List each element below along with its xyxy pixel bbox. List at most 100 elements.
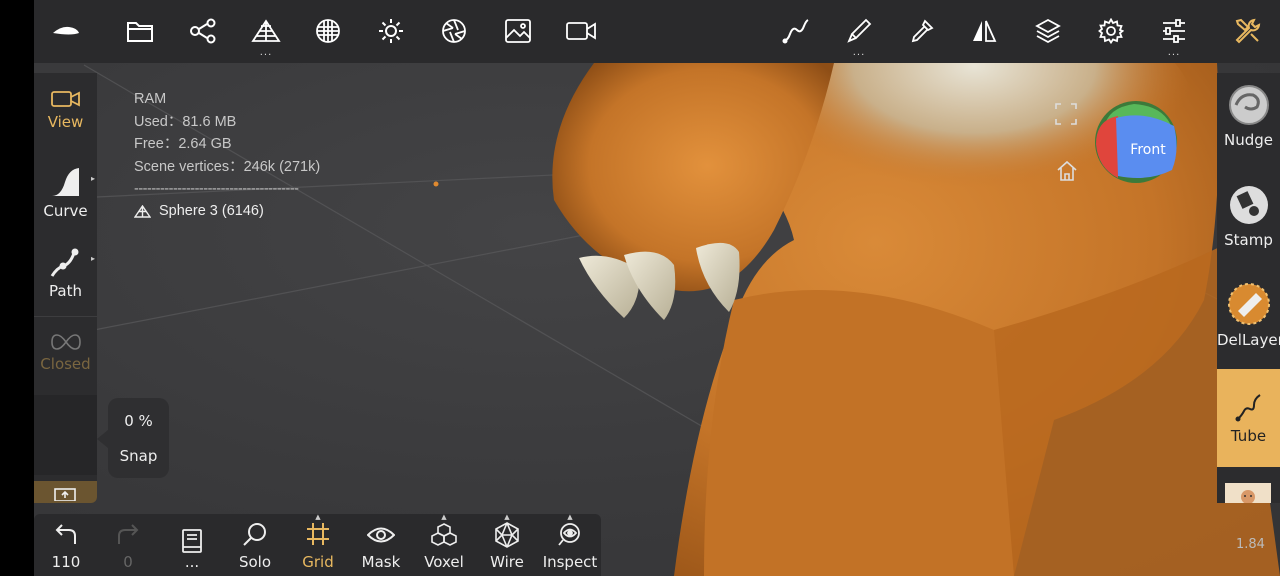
nudge-tool[interactable]: Nudge (1217, 83, 1280, 173)
app-logo-icon[interactable] (49, 14, 83, 48)
left-tool-panel: View ▸ Curve ▸ Path Closed (34, 73, 97, 503)
closed-toggle[interactable]: Closed (34, 333, 97, 373)
background-image-icon[interactable] (501, 14, 535, 48)
dellayer-tool[interactable]: DelLayer (1217, 281, 1280, 371)
mask-eye-icon (366, 527, 396, 543)
closed-label: Closed (40, 355, 91, 373)
snap-percent: 0 % (124, 412, 153, 430)
snap-label: Snap (119, 447, 158, 465)
brush-icon[interactable]: ... (842, 14, 876, 58)
solo-button[interactable]: Solo (225, 514, 285, 576)
stamp-tool[interactable]: Stamp (1217, 183, 1280, 273)
path-arrow-icon: ▸ (90, 254, 95, 263)
video-camera-icon[interactable] (564, 14, 598, 48)
wireframe-icon (495, 522, 519, 548)
version-label: 1.84 (1236, 537, 1265, 552)
voxel-cubes-icon (431, 523, 457, 546)
redo-button[interactable]: 0 (98, 514, 158, 576)
path-icon (50, 248, 78, 277)
curve-arrow-icon: ▸ (90, 174, 95, 183)
solo-magnifier-icon (243, 523, 266, 546)
camera-aperture-icon[interactable] (437, 14, 471, 48)
material-sphere-icon[interactable] (311, 14, 345, 48)
partial-tool-thumbnail[interactable] (1225, 483, 1271, 504)
picker-icon[interactable] (905, 14, 939, 48)
inspect-label: Inspect (542, 553, 598, 571)
snap-slider[interactable] (34, 395, 97, 475)
grid-indicator: ▲ (315, 513, 321, 521)
mesh-icon (134, 204, 151, 218)
bottom-toolbar: 110 0 ... Solo ▲ Grid Mask ▲ Voxel ▲ Wir… (34, 514, 601, 576)
sliders-icon[interactable]: ... (1157, 14, 1191, 58)
scene-book-icon (182, 529, 202, 553)
ram-used: Used：81.6 MB (134, 113, 237, 130)
inspect-button[interactable]: ▲ Inspect (540, 514, 600, 576)
ram-label: RAM (134, 91, 167, 107)
tube-tool[interactable]: Tube (1217, 369, 1280, 467)
3d-viewport[interactable] (34, 0, 1280, 576)
curve-label: Curve (43, 202, 88, 220)
scene-render (34, 0, 1280, 576)
panel-expand-button[interactable] (34, 481, 97, 503)
model-leg-left (704, 290, 1014, 576)
grid-icon (307, 523, 329, 545)
path-button[interactable]: ▸ Path (34, 246, 97, 300)
wire-button[interactable]: ▲ Wire (477, 514, 537, 576)
undo-count: 110 (51, 553, 81, 571)
scene-dots: ... (184, 553, 200, 571)
topology-icon[interactable]: ... (249, 14, 283, 58)
view-button[interactable]: View (34, 89, 97, 131)
layers-icon[interactable] (1031, 14, 1065, 48)
wire-label: Wire (490, 553, 524, 571)
wire-indicator: ▲ (504, 513, 510, 521)
curve-point[interactable] (433, 181, 439, 187)
infinity-icon (50, 334, 81, 350)
nudge-label: Nudge (1224, 131, 1273, 149)
gizmo-face-label: Front (1130, 142, 1166, 158)
curve-button[interactable]: ▸ Curve (34, 166, 97, 220)
view-camera-icon (50, 91, 80, 107)
redo-icon (118, 524, 139, 544)
snap-pointer (97, 430, 108, 448)
solo-label: Solo (238, 553, 272, 571)
nudge-icon (1228, 85, 1269, 125)
voxel-button[interactable]: ▲ Voxel (414, 514, 474, 576)
dellayer-label: DelLayer (1217, 331, 1280, 349)
fullscreen-icon[interactable] (1055, 103, 1077, 129)
undo-icon (55, 524, 76, 544)
ram-free: Free：2.64 GB (134, 136, 232, 152)
scene-vertices: Scene vertices：246k (271k) (134, 158, 321, 175)
scene-button[interactable]: ... (162, 514, 222, 576)
right-tool-panel: Nudge Stamp DelLayer Tube (1217, 73, 1280, 504)
symmetry-icon[interactable] (967, 14, 1001, 48)
path-label: Path (49, 282, 82, 300)
expand-up-icon (54, 488, 76, 502)
curve-icon (51, 168, 79, 196)
tube-icon (1235, 394, 1261, 422)
settings-gear-icon[interactable] (1094, 14, 1128, 48)
voxel-label: Voxel (424, 553, 464, 571)
active-object[interactable]: Sphere 3 (6146) (134, 200, 320, 223)
grid-button[interactable]: ▲ Grid (288, 514, 348, 576)
tools-wrench-icon[interactable] (1231, 14, 1265, 48)
grid-label: Grid (302, 553, 334, 571)
mask-button[interactable]: Mask (351, 514, 411, 576)
stroke-icon[interactable] (779, 14, 813, 48)
view-cube-gizmo[interactable]: Front (1094, 100, 1178, 184)
view-label: View (47, 113, 84, 131)
folder-icon[interactable] (123, 14, 157, 48)
light-sun-icon[interactable] (374, 14, 408, 48)
inspect-indicator: ▲ (567, 513, 573, 521)
undo-button[interactable]: 110 (36, 514, 96, 576)
top-toolbar: ... ... ... (34, 0, 1280, 63)
home-view-icon[interactable] (1056, 160, 1078, 186)
stats-overlay: RAM Used：81.6 MB Free：2.64 GB Scene vert… (134, 88, 320, 223)
voxel-indicator: ▲ (441, 513, 447, 521)
snap-popup[interactable]: 0 % Snap (108, 398, 169, 478)
stats-separator: -------------------------------------- (134, 181, 299, 197)
stamp-label: Stamp (1224, 231, 1273, 249)
share-nodes-icon[interactable] (186, 14, 220, 48)
mask-label: Mask (361, 553, 401, 571)
inspect-icon (558, 523, 580, 546)
tube-label: Tube (1230, 427, 1267, 445)
